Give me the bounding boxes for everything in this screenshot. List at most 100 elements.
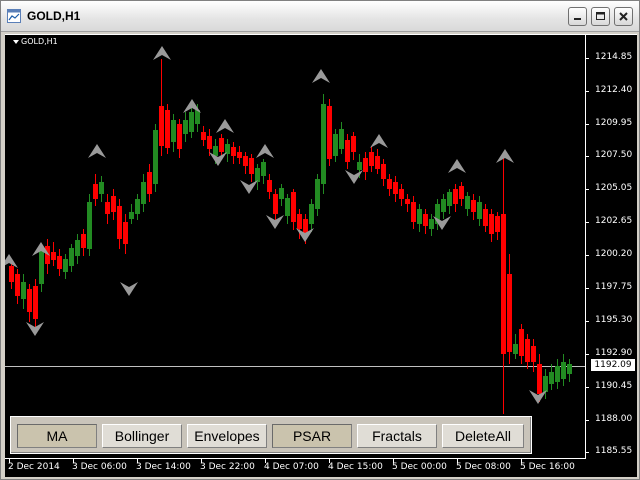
candle-body <box>333 134 338 156</box>
candle-body <box>441 199 446 212</box>
close-button[interactable] <box>614 7 633 26</box>
price-axis-label: 1190.45 <box>595 381 633 391</box>
candle-body <box>351 136 356 152</box>
candle-body <box>297 214 302 229</box>
candle-body <box>483 209 488 226</box>
current-price-badge: 1192.09 <box>591 359 635 371</box>
time-axis-label: 4 Dec 07:00 <box>264 462 319 472</box>
fractal-up-arrow <box>496 149 514 163</box>
price-axis-label: 1202.65 <box>595 216 633 226</box>
candle-body <box>321 104 326 184</box>
psar-button[interactable]: PSAR <box>272 424 352 448</box>
candle-body <box>279 188 284 199</box>
fractal-up-arrow <box>216 119 234 133</box>
price-chart[interactable]: GOLD,H1 1214.85 1212.40 1209.95 1207.50 … <box>5 34 637 477</box>
time-axis-label: 5 Dec 00:00 <box>392 462 447 472</box>
price-axis-label: 1205.05 <box>595 183 633 193</box>
candle-body <box>267 180 272 192</box>
envelopes-button[interactable]: Envelopes <box>187 424 267 448</box>
candle-body <box>249 158 254 174</box>
candle-body <box>447 192 452 206</box>
candle-body <box>231 147 236 156</box>
minimize-icon <box>574 18 581 20</box>
candle-body <box>375 156 380 169</box>
price-axis-label: 1209.95 <box>595 118 633 128</box>
time-axis-label: 3 Dec 14:00 <box>136 462 191 472</box>
candle-body <box>243 156 248 166</box>
candle-body <box>429 219 434 229</box>
candle-body <box>453 189 458 204</box>
fractals-layer <box>5 46 547 404</box>
fractal-down-arrow <box>240 180 258 194</box>
maximize-button[interactable] <box>591 7 610 26</box>
chart-symbol-label: GOLD,H1 <box>21 37 58 46</box>
candle-body <box>513 344 518 354</box>
candle-body <box>87 202 92 249</box>
candle-body <box>363 158 368 172</box>
maximize-icon <box>596 12 605 20</box>
fractal-up-arrow <box>153 46 171 60</box>
candle-body <box>471 200 476 212</box>
price-axis-label: 1214.85 <box>595 52 633 62</box>
candle-body <box>177 124 182 149</box>
candle-body <box>195 110 200 124</box>
candle-body <box>165 110 170 148</box>
fractals-button[interactable]: Fractals <box>357 424 437 448</box>
candle-body <box>183 120 188 134</box>
chart-menu-arrow-icon[interactable] <box>13 40 19 44</box>
candle-body <box>399 189 404 199</box>
candle-body <box>555 366 560 382</box>
candle-body <box>543 376 548 392</box>
candle-body <box>549 372 554 384</box>
candle-body <box>63 259 68 272</box>
candle-body <box>93 184 98 199</box>
candle-body <box>423 214 428 226</box>
candle-body <box>501 214 506 354</box>
price-axis-label: 1207.50 <box>595 150 633 160</box>
window-title: GOLD,H1 <box>27 9 81 23</box>
price-axis-label: 1200.20 <box>595 249 633 259</box>
candle-body <box>141 182 146 204</box>
candle-body <box>75 240 80 256</box>
candle-body <box>495 216 500 232</box>
candle-body <box>213 146 218 156</box>
minimize-button[interactable] <box>568 7 587 26</box>
candlestick-chart[interactable] <box>5 34 637 477</box>
candle-body <box>345 140 350 162</box>
candle-body <box>459 186 464 199</box>
fractal-up-arrow <box>88 144 106 158</box>
candle-body <box>69 248 74 266</box>
fractal-down-arrow <box>120 282 138 296</box>
candle-body <box>507 274 512 352</box>
price-axis-label: 1192.90 <box>595 348 633 358</box>
close-icon <box>619 12 628 21</box>
candle-body <box>261 162 266 176</box>
price-axis-label: 1188.00 <box>595 414 633 424</box>
candle-body <box>111 196 116 212</box>
candle-body <box>159 106 164 146</box>
fractal-up-arrow <box>448 159 466 173</box>
candle-body <box>291 192 296 222</box>
candle-body <box>531 346 536 362</box>
candle-body <box>135 199 140 214</box>
candle-body <box>381 164 386 179</box>
candle-body <box>123 222 128 244</box>
candle-body <box>567 364 572 374</box>
candle-body <box>147 172 152 194</box>
candle-body <box>171 120 176 142</box>
bollinger-button[interactable]: Bollinger <box>102 424 182 448</box>
deleteall-button[interactable]: DeleteAll <box>442 424 524 448</box>
candle-body <box>369 152 374 166</box>
candle-body <box>387 179 392 189</box>
ma-button[interactable]: MA <box>17 424 97 448</box>
candle-body <box>33 286 38 319</box>
candle-body <box>465 196 470 209</box>
time-axis-label: 4 Dec 15:00 <box>328 462 383 472</box>
time-axis-label: 5 Dec 08:00 <box>456 462 511 472</box>
candle-body <box>411 202 416 222</box>
title-bar[interactable]: GOLD,H1 <box>1 1 639 32</box>
candle-body <box>81 234 86 248</box>
terminal-window: GOLD,H1 GOLD,H1 1214.85 1212.40 1209.95 … <box>0 0 640 480</box>
candle-body <box>201 132 206 140</box>
candle-body <box>57 256 62 269</box>
